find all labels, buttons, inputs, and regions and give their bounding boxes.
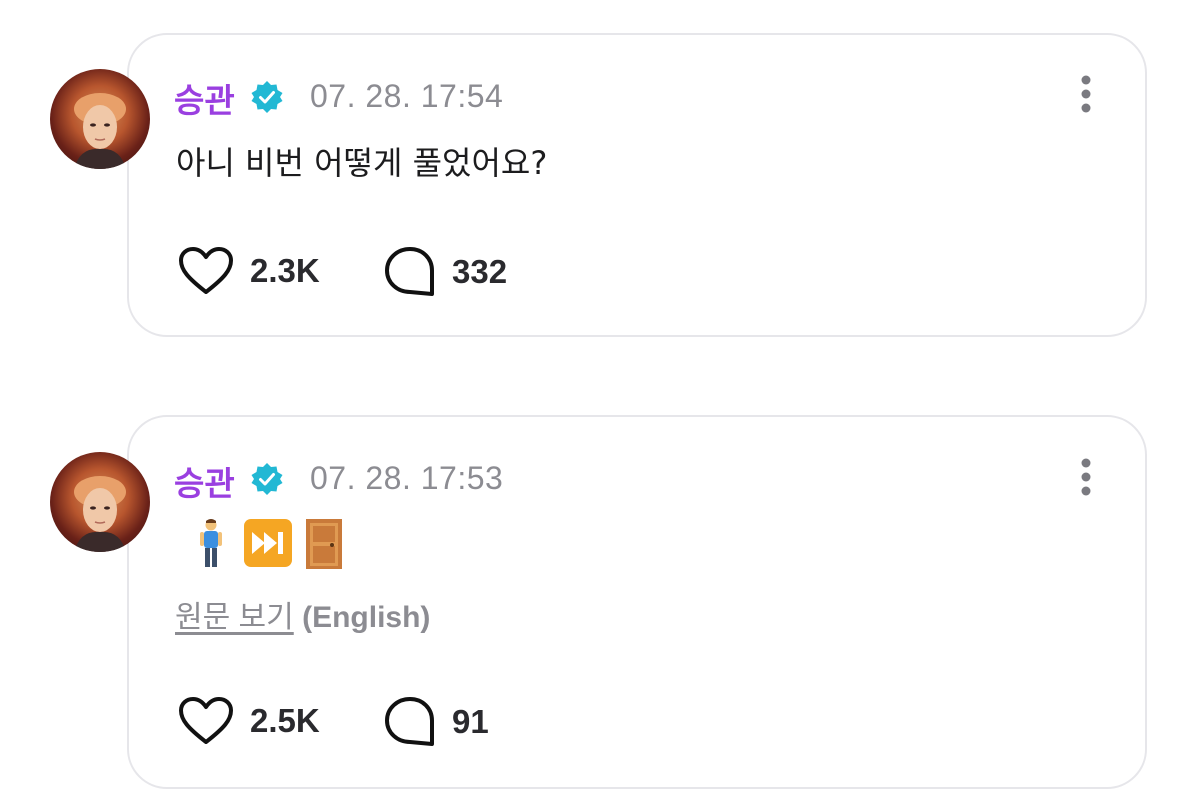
heart-icon: [179, 697, 233, 744]
comment-bubble-icon: [385, 697, 434, 746]
comment-count: 91: [452, 703, 489, 740]
post-text: 아니 비번 어떻게 풀었어요?: [176, 144, 548, 182]
comment-count: 332: [452, 253, 508, 290]
door-emoji: [306, 519, 343, 569]
original-language: (English): [302, 601, 431, 634]
fast-forward-emoji: [244, 519, 293, 567]
verified-badge-icon: [251, 463, 283, 495]
verified-badge-icon: [251, 81, 283, 113]
post-timestamp: 07. 28. 17:54: [310, 78, 504, 114]
comment-button[interactable]: 91: [384, 696, 489, 748]
avatar[interactable]: [50, 69, 150, 169]
more-vertical-icon[interactable]: [1072, 72, 1100, 116]
username[interactable]: 승관: [174, 457, 235, 505]
comment-button[interactable]: 332: [384, 246, 507, 298]
like-button[interactable]: 2.3K: [178, 246, 320, 296]
post-emoji-text: [190, 518, 350, 570]
like-count: 2.5K: [250, 702, 320, 739]
post-timestamp: 07. 28. 17:53: [310, 460, 504, 496]
avatar[interactable]: [50, 452, 150, 552]
like-button[interactable]: 2.5K: [178, 696, 320, 746]
view-original-label[interactable]: 원문 보기: [175, 601, 294, 634]
more-vertical-icon[interactable]: [1072, 455, 1100, 499]
username[interactable]: 승관: [174, 74, 235, 122]
heart-icon: [179, 247, 233, 294]
comment-bubble-icon: [385, 247, 434, 296]
view-original-link[interactable]: 원문 보기 (English): [175, 592, 430, 636]
man-standing-emoji: [200, 519, 222, 567]
like-count: 2.3K: [250, 252, 320, 289]
